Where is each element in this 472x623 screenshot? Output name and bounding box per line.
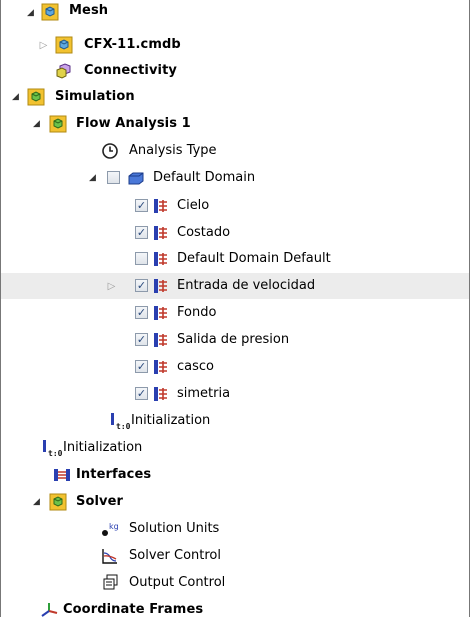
tree-item-label: Default Domain	[153, 170, 256, 185]
tree-item-label: Solver	[76, 494, 124, 509]
expand-arrow-icon[interactable]: ▷	[38, 40, 49, 51]
checkbox[interactable]: ✓	[135, 226, 148, 239]
boundary-icon	[154, 199, 167, 213]
tree-item-boundary-casco[interactable]: ✓ casco	[1, 354, 469, 380]
initialization-icon: t:0	[111, 413, 131, 430]
domain-icon	[128, 172, 144, 185]
tree-item-label: Mesh	[69, 3, 109, 18]
svg-text:t:0: t:0	[116, 422, 131, 430]
tree-item-label: Solver Control	[129, 548, 221, 563]
tree-item-analysis-type[interactable]: Analysis Type	[1, 138, 469, 164]
boundary-icon	[154, 226, 167, 240]
tree-item-label: Simulation	[55, 89, 135, 104]
collapse-arrow-icon[interactable]: ◢	[10, 92, 21, 103]
boundary-icon	[154, 306, 167, 320]
boundary-icon	[154, 333, 167, 347]
tree-item-boundary-entrada[interactable]: ▷ ✓ Entrada de velocidad	[1, 273, 469, 299]
simulation-icon	[27, 88, 45, 106]
tree-item-label: Cielo	[177, 198, 210, 213]
initialization-icon: t:0	[43, 440, 63, 457]
tree-item-interfaces[interactable]: Interfaces	[1, 462, 469, 488]
tree-item-label: Entrada de velocidad	[177, 278, 316, 293]
tree-item-simulation[interactable]: ◢ Simulation	[1, 84, 469, 110]
checkbox[interactable]: ✓	[135, 279, 148, 292]
solver-icon	[49, 493, 67, 511]
tree-item-global-initialization[interactable]: t:0 Initialization	[1, 435, 469, 461]
units-icon: kg	[102, 522, 119, 536]
connectivity-icon	[56, 63, 71, 79]
mesh-file-icon	[55, 36, 73, 54]
checkbox[interactable]: ✓	[135, 199, 148, 212]
tree-item-label: Initialization	[63, 440, 143, 455]
tree-item-label: Solution Units	[129, 521, 220, 536]
tree-item-label: Initialization	[131, 413, 211, 428]
checkbox[interactable]: ✓	[135, 306, 148, 319]
collapse-arrow-icon[interactable]: ◢	[31, 119, 42, 130]
tree-item-solver-control[interactable]: Solver Control	[1, 543, 469, 569]
checkbox[interactable]: ✓	[135, 387, 148, 400]
checkbox[interactable]	[107, 171, 120, 184]
svg-text:t:0: t:0	[48, 449, 63, 457]
tree-item-label: Salida de presion	[177, 332, 290, 347]
checkbox[interactable]: ✓	[135, 333, 148, 346]
tree-item-mesh[interactable]: ◢ Mesh	[1, 3, 469, 31]
expand-arrow-icon[interactable]: ▷	[106, 281, 117, 292]
tree-item-boundary-fondo[interactable]: ✓ Fondo	[1, 300, 469, 326]
collapse-arrow-icon[interactable]: ◢	[87, 173, 98, 184]
tree-item-connectivity[interactable]: Connectivity	[1, 58, 469, 84]
tree-item-label: Connectivity	[84, 63, 177, 78]
tree-item-boundary-salida[interactable]: ✓ Salida de presion	[1, 327, 469, 353]
tree-item-solution-units[interactable]: kg Solution Units	[1, 516, 469, 542]
tree-item-label: casco	[177, 359, 214, 374]
tree-item-boundary-simetria[interactable]: ✓ simetria	[1, 381, 469, 407]
tree-item-boundary-default[interactable]: Default Domain Default	[1, 246, 469, 272]
solver-control-icon	[102, 549, 117, 564]
clock-icon	[102, 143, 118, 159]
boundary-icon	[154, 252, 167, 266]
tree-item-coordinate-frames[interactable]: Coordinate Frames	[1, 597, 469, 623]
tree-item-flow-analysis[interactable]: ◢ Flow Analysis 1	[1, 111, 469, 137]
flow-analysis-icon	[49, 115, 67, 133]
axes-icon	[41, 603, 58, 617]
tree-item-default-domain[interactable]: ◢ Default Domain	[1, 165, 469, 191]
tree-item-label: Default Domain Default	[177, 251, 331, 266]
mesh-cube-icon	[41, 3, 59, 21]
tree-item-label: CFX-11.cmdb	[84, 37, 181, 52]
tree-item-label: Fondo	[177, 305, 217, 320]
tree-item-cmdb[interactable]: ▷ CFX-11.cmdb	[1, 32, 469, 58]
tree-item-label: Analysis Type	[129, 143, 217, 158]
tree-item-label: Interfaces	[76, 467, 152, 482]
tree-item-boundary-cielo[interactable]: ✓ Cielo	[1, 193, 469, 219]
tree-item-boundary-costado[interactable]: ✓ Costado	[1, 220, 469, 246]
collapse-arrow-icon[interactable]: ◢	[31, 497, 42, 508]
boundary-icon	[154, 279, 167, 293]
tree-item-label: Costado	[177, 225, 231, 240]
interfaces-icon	[54, 469, 70, 481]
output-control-icon	[103, 574, 118, 590]
tree-item-solver[interactable]: ◢ Solver	[1, 489, 469, 515]
checkbox[interactable]	[135, 252, 148, 265]
collapse-arrow-icon[interactable]: ◢	[25, 8, 36, 19]
svg-text:kg: kg	[109, 522, 119, 531]
tree-item-output-control[interactable]: Output Control	[1, 570, 469, 596]
tree-item-label: Coordinate Frames	[63, 602, 204, 617]
checkbox[interactable]: ✓	[135, 360, 148, 373]
boundary-icon	[154, 360, 167, 374]
tree-item-domain-initialization[interactable]: t:0 Initialization	[1, 408, 469, 434]
tree-item-label: simetria	[177, 386, 231, 401]
boundary-icon	[154, 387, 167, 401]
tree-item-label: Output Control	[129, 575, 226, 590]
outline-tree: ◢ Mesh ▷ CFX-11.cmdb Connectivity ◢ Simu…	[0, 0, 470, 617]
tree-item-label: Flow Analysis 1	[76, 116, 191, 131]
